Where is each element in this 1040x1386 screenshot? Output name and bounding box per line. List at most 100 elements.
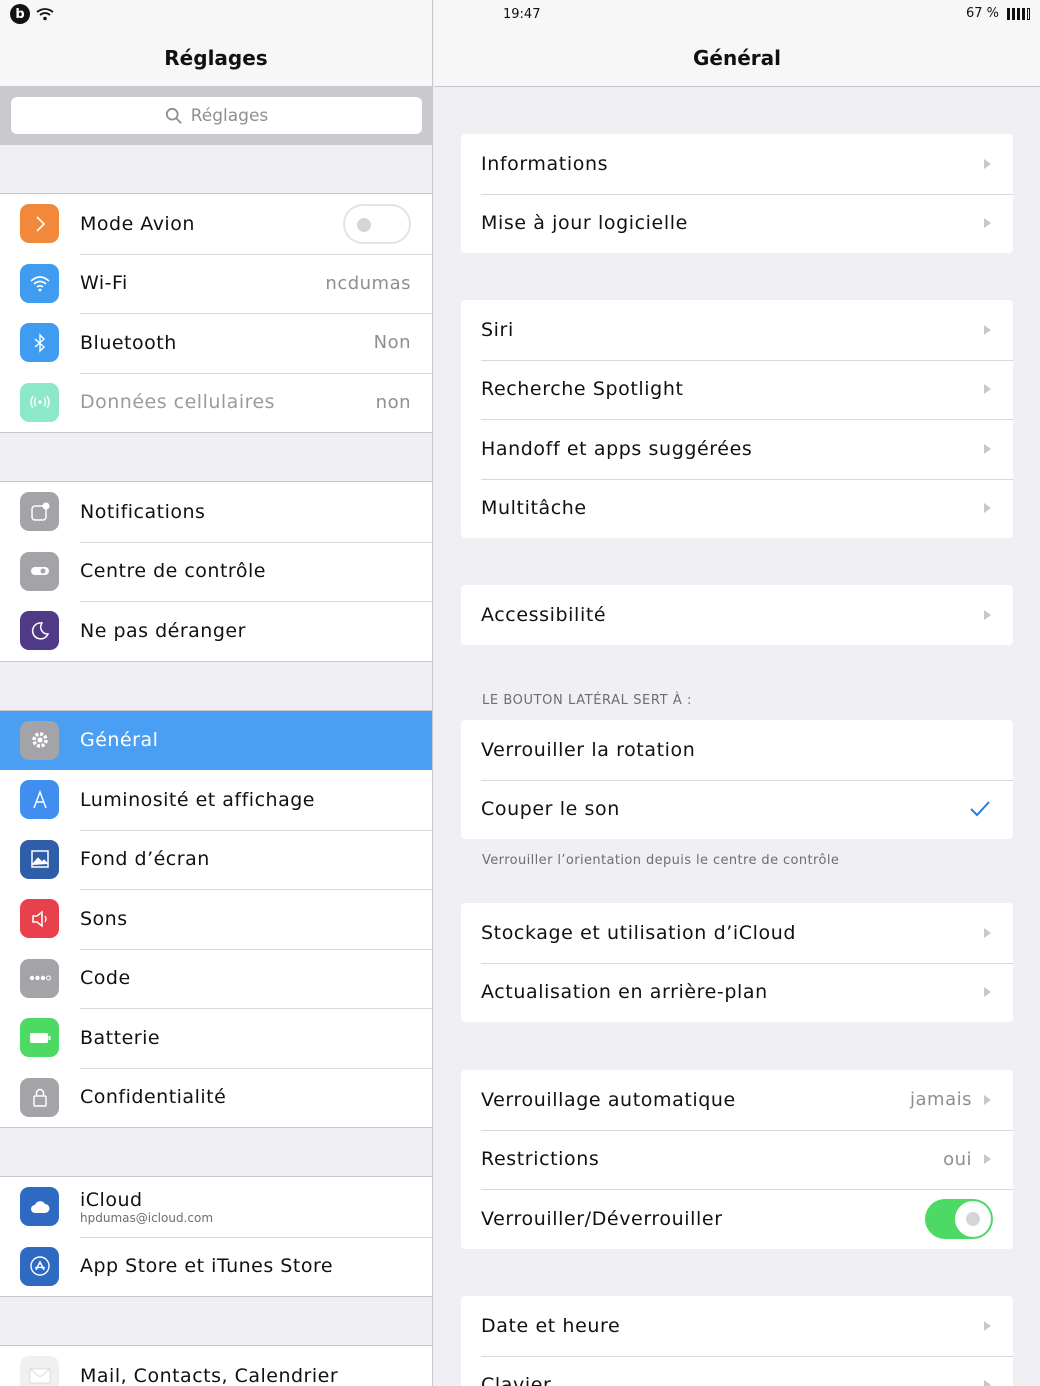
detail-row-handoff[interactable]: Handoff et apps suggérées (461, 419, 1013, 479)
side-switch-section-header: LE BOUTON LATÉRAL SERT À : (482, 693, 693, 708)
detail-row-label: Informations (481, 152, 609, 175)
sidebar-item-label: Notifications (80, 500, 206, 523)
sidebar-item-label: Données cellulaires (80, 391, 276, 414)
detail-row-software-update[interactable]: Mise à jour logicielle (461, 193, 1013, 254)
detail-row-label: Actualisation en arrière-plan (481, 981, 768, 1004)
search-placeholder: Réglages (190, 105, 269, 126)
search-input[interactable]: Réglages (11, 97, 422, 134)
detail-group-lock: Verrouillage automatique jamais Restricti… (461, 1070, 1013, 1249)
detail-title: Général (693, 46, 781, 70)
sidebar-item-bluetooth[interactable]: Bluetooth Non (0, 313, 432, 373)
brightness-icon (20, 780, 59, 820)
lock-unlock-toggle[interactable] (925, 1198, 993, 1239)
app-store-icon (20, 1246, 59, 1286)
sidebar-item-label: Fond d’écran (80, 848, 210, 871)
detail-row-label: Restrictions (481, 1148, 600, 1171)
sidebar-item-privacy[interactable]: Confidentialité (0, 1067, 432, 1128)
chevron-right-icon (984, 1094, 991, 1105)
sidebar-item-battery[interactable]: Batterie (0, 1008, 432, 1068)
detail-row-about[interactable]: Informations (461, 134, 1013, 194)
sidebar-item-general[interactable]: Général (0, 710, 432, 770)
moon-icon (20, 611, 59, 651)
sidebar-item-sounds[interactable]: Sons (0, 889, 432, 949)
restrictions-value: oui (943, 1148, 972, 1170)
detail-row-multitasking[interactable]: Multitâche (461, 478, 1013, 539)
sidebar-item-label: iCloud (80, 1188, 143, 1211)
sidebar-item-cellular[interactable]: Données cellulaires non (0, 372, 432, 433)
detail-group-side-switch: Verrouiller la rotation Couper le son (461, 720, 1013, 839)
master-title: Réglages (164, 46, 268, 70)
detail-row-label: Verrouiller/Déverrouiller (481, 1207, 723, 1230)
settings-master-pane: Réglages Réglages Mode Avion Wi-Fi ncdum… (0, 0, 433, 1386)
sidebar-item-do-not-disturb[interactable]: Ne pas déranger (0, 601, 432, 661)
gear-icon (20, 720, 59, 760)
master-group-accounts: iCloud hpdumas@icloud.com App Store et i… (0, 1176, 432, 1297)
chevron-right-icon (984, 158, 991, 169)
detail-row-lock-unlock: Verrouiller/Déverrouiller (461, 1189, 1013, 1249)
airplane-mode-toggle[interactable] (343, 203, 411, 244)
wifi-signal-icon (36, 8, 54, 21)
wallpaper-icon (20, 839, 59, 879)
detail-group-storage: Stockage et utilisation d’iCloud Actuali… (461, 903, 1013, 1022)
detail-row-label: Stockage et utilisation d’iCloud (481, 921, 797, 944)
detail-row-accessibility[interactable]: Accessibilité (461, 585, 1013, 645)
battery-icon (20, 1018, 59, 1058)
detail-row-auto-lock[interactable]: Verrouillage automatique jamais (461, 1070, 1013, 1130)
airplane-icon (20, 204, 59, 244)
chevron-right-icon (984, 384, 991, 395)
sidebar-item-label: Batterie (80, 1026, 161, 1049)
sidebar-item-wallpaper[interactable]: Fond d’écran (0, 829, 432, 890)
detail-row-keyboard[interactable]: Clavier (461, 1355, 1013, 1386)
wifi-icon (20, 263, 59, 303)
detail-row-background-refresh[interactable]: Actualisation en arrière-plan (461, 962, 1013, 1023)
sidebar-item-label: App Store et iTunes Store (80, 1255, 334, 1278)
general-detail-pane: Général Informations Mise à jour logicie… (434, 0, 1040, 1386)
cellular-value: non (375, 391, 411, 413)
sidebar-item-passcode[interactable]: Code (0, 948, 432, 1009)
chevron-right-icon (984, 1154, 991, 1165)
beats-logo-icon: b (10, 4, 30, 24)
sidebar-item-notifications[interactable]: Notifications (0, 482, 432, 542)
checkmark-icon (970, 801, 990, 817)
sidebar-item-label: Luminosité et affichage (80, 788, 315, 811)
bluetooth-value: Non (373, 332, 411, 354)
sidebar-item-airplane-mode[interactable]: Mode Avion (0, 194, 432, 254)
control-center-icon (20, 551, 59, 591)
detail-row-label: Verrouillage automatique (481, 1088, 736, 1111)
status-bar: b 19:47 67 % (0, 0, 1040, 30)
master-group-notifications: Notifications Centre de contrôle Ne pas … (0, 481, 432, 662)
chevron-right-icon (984, 1380, 991, 1386)
lock-icon (20, 1077, 59, 1117)
sidebar-item-label: Code (80, 967, 131, 990)
sidebar-item-app-store[interactable]: App Store et iTunes Store (0, 1236, 432, 1297)
master-group-apps: Mail, Contacts, Calendrier (0, 1345, 432, 1386)
detail-row-spotlight[interactable]: Recherche Spotlight (461, 359, 1013, 420)
auto-lock-value: jamais (910, 1089, 972, 1111)
detail-row-label: Recherche Spotlight (481, 378, 684, 401)
sidebar-item-icloud[interactable]: iCloud hpdumas@icloud.com (0, 1177, 432, 1237)
detail-row-storage-icloud[interactable]: Stockage et utilisation d’iCloud (461, 903, 1013, 963)
detail-row-restrictions[interactable]: Restrictions oui (461, 1129, 1013, 1190)
detail-row-label: Mise à jour logicielle (481, 212, 688, 235)
detail-row-label: Multitâche (481, 497, 587, 520)
detail-row-label: Couper le son (481, 798, 620, 821)
sidebar-item-wifi[interactable]: Wi-Fi ncdumas (0, 253, 432, 314)
side-switch-option-lock-rotation[interactable]: Verrouiller la rotation (461, 720, 1013, 780)
chevron-right-icon (984, 987, 991, 998)
sidebar-item-display-brightness[interactable]: Luminosité et affichage (0, 770, 432, 830)
chevron-right-icon (984, 927, 991, 938)
sidebar-item-label: Bluetooth (80, 331, 177, 354)
detail-row-siri[interactable]: Siri (461, 300, 1013, 360)
mail-icon (20, 1356, 59, 1386)
chevron-right-icon (984, 218, 991, 229)
chevron-right-icon (984, 609, 991, 620)
side-switch-option-mute[interactable]: Couper le son (461, 779, 1013, 840)
detail-row-date-time[interactable]: Date et heure (461, 1296, 1013, 1356)
sidebar-item-label: Wi-Fi (80, 272, 128, 295)
sidebar-item-control-center[interactable]: Centre de contrôle (0, 541, 432, 602)
wifi-network-value: ncdumas (325, 272, 411, 294)
detail-row-label: Siri (481, 318, 514, 341)
passcode-icon (20, 958, 59, 998)
sidebar-item-mail[interactable]: Mail, Contacts, Calendrier (0, 1346, 432, 1386)
detail-group-date-keyboard: Date et heure Clavier (461, 1296, 1013, 1386)
